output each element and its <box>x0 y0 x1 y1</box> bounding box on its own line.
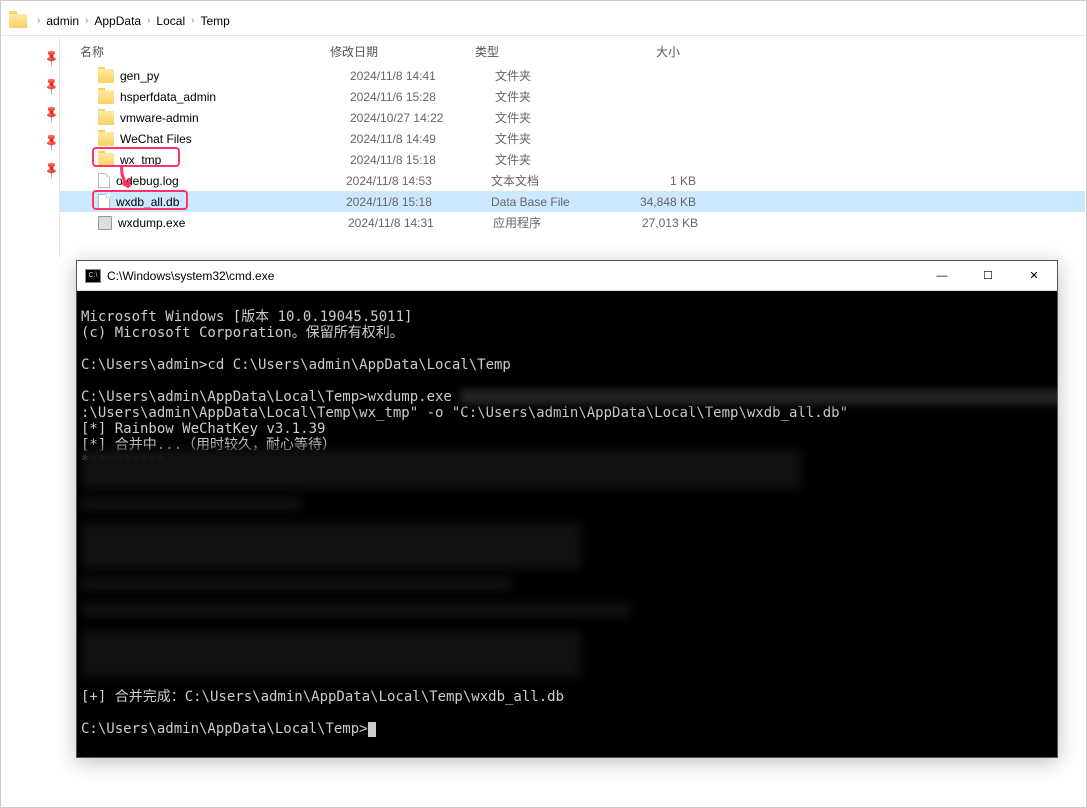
cmd-titlebar[interactable]: C:\ C:\Windows\system32\cmd.exe — ☐ ✕ <box>77 261 1057 291</box>
chevron-right-icon: › <box>147 15 150 26</box>
crumb-temp[interactable]: Temp <box>200 14 229 28</box>
terminal-prompt: C:\Users\admin\AppData\Local\Temp> <box>81 721 368 737</box>
minimize-button[interactable]: — <box>919 261 965 291</box>
table-row[interactable]: o debug.log 2024/11/8 14:53 文本文档 1 KB <box>60 170 1085 191</box>
crumb-appdata[interactable]: AppData <box>94 14 141 28</box>
pin-icon: 📌 <box>41 76 62 97</box>
terminal-output[interactable]: Microsoft Windows [版本 10.0.19045.5011] (… <box>77 291 1057 757</box>
terminal-line: Microsoft Windows [版本 10.0.19045.5011] <box>81 309 412 325</box>
cmd-window: C:\ C:\Windows\system32\cmd.exe — ☐ ✕ Mi… <box>76 260 1058 758</box>
col-type[interactable]: 类型 <box>475 43 590 60</box>
file-type: 文件夹 <box>495 130 610 147</box>
chevron-right-icon: › <box>191 15 194 26</box>
cursor <box>368 722 376 737</box>
redacted-text: XXXXXXXXXXXXXXXXXXXXXXXXXXXXXXXXXXXXXXXX… <box>460 389 1057 405</box>
pin-icon: 📌 <box>41 160 62 181</box>
file-date: 2024/11/8 15:18 <box>350 153 495 167</box>
file-type: 文本文档 <box>491 172 606 189</box>
table-row[interactable]: gen_py 2024/11/8 14:41 文件夹 <box>60 65 1085 86</box>
table-row[interactable]: wxdump.exe 2024/11/8 14:31 应用程序 27,013 K… <box>60 212 1085 233</box>
file-size: 27,013 KB <box>608 216 698 230</box>
pin-icon: 📌 <box>41 132 62 153</box>
crumb-admin[interactable]: admin <box>46 14 79 28</box>
redacted-block <box>81 523 581 569</box>
pin-icon: 📌 <box>41 104 62 125</box>
file-name: wxdb_all.db <box>116 195 346 209</box>
terminal-line: C:\Users\admin>cd C:\Users\admin\AppData… <box>81 357 511 373</box>
col-name[interactable]: 名称 <box>80 43 330 60</box>
sidebar: 📌 📌 📌 📌 📌 <box>2 37 60 257</box>
file-date: 2024/11/8 14:53 <box>346 174 491 188</box>
folder-icon <box>98 69 114 83</box>
table-row[interactable]: vmware-admin 2024/10/27 14:22 文件夹 <box>60 107 1085 128</box>
terminal-line: :\Users\admin\AppData\Local\Temp\wx_tmp"… <box>81 405 848 421</box>
file-type: 文件夹 <box>495 109 610 126</box>
file-name: o debug.log <box>116 174 346 188</box>
window-title: C:\Windows\system32\cmd.exe <box>107 269 919 283</box>
folder-icon <box>98 153 114 167</box>
file-type: 文件夹 <box>495 67 610 84</box>
terminal-line: [*] Rainbow WeChatKey v3.1.39 <box>81 421 325 437</box>
close-button[interactable]: ✕ <box>1011 261 1057 291</box>
redacted-block <box>81 449 801 489</box>
file-name: vmware-admin <box>120 111 350 125</box>
terminal-line: (c) Microsoft Corporation。保留所有权利。 <box>81 325 404 341</box>
maximize-button[interactable]: ☐ <box>965 261 1011 291</box>
file-size: 1 KB <box>606 174 696 188</box>
file-date: 2024/11/8 14:41 <box>350 69 495 83</box>
file-type: 应用程序 <box>493 214 608 231</box>
file-date: 2024/11/8 14:31 <box>348 216 493 230</box>
chevron-right-icon: › <box>37 15 40 26</box>
cmd-icon: C:\ <box>85 269 101 283</box>
file-name: wxdump.exe <box>118 216 348 230</box>
file-type: Data Base File <box>491 195 606 209</box>
file-name: hsperfdata_admin <box>120 90 350 104</box>
table-row[interactable]: hsperfdata_admin 2024/11/6 15:28 文件夹 <box>60 86 1085 107</box>
file-type: 文件夹 <box>495 88 610 105</box>
folder-icon <box>98 132 114 146</box>
file-icon <box>98 173 110 188</box>
table-row[interactable]: WeChat Files 2024/11/8 14:49 文件夹 <box>60 128 1085 149</box>
table-row[interactable]: wxdb_all.db 2024/11/8 15:18 Data Base Fi… <box>60 191 1085 212</box>
terminal-line: C:\Users\admin\AppData\Local\Temp>wxdump… <box>81 389 460 405</box>
pin-icon: 📌 <box>41 48 62 69</box>
folder-icon <box>98 111 114 125</box>
col-date[interactable]: 修改日期 <box>330 43 475 60</box>
folder-icon <box>9 14 27 28</box>
redacted-block <box>81 631 581 677</box>
folder-icon <box>98 90 114 104</box>
file-name: wx_tmp <box>120 153 350 167</box>
breadcrumb[interactable]: › admin › AppData › Local › Temp <box>1 6 1086 36</box>
file-icon <box>98 194 110 209</box>
crumb-local[interactable]: Local <box>156 14 185 28</box>
file-date: 2024/11/8 15:18 <box>346 195 491 209</box>
col-size[interactable]: 大小 <box>590 43 680 60</box>
terminal-line: [+] 合并完成：C:\Users\admin\AppData\Local\Te… <box>81 689 564 705</box>
column-headers[interactable]: 名称 修改日期 类型 大小 <box>60 37 1085 65</box>
file-date: 2024/11/8 14:49 <box>350 132 495 146</box>
redacted-block <box>81 603 631 617</box>
redacted-block <box>81 577 511 591</box>
file-name: gen_py <box>120 69 350 83</box>
chevron-right-icon: › <box>85 15 88 26</box>
file-size: 34,848 KB <box>606 195 696 209</box>
file-date: 2024/11/6 15:28 <box>350 90 495 104</box>
file-name: WeChat Files <box>120 132 350 146</box>
app-icon <box>98 216 112 230</box>
file-date: 2024/10/27 14:22 <box>350 111 495 125</box>
file-type: 文件夹 <box>495 151 610 168</box>
table-row[interactable]: wx_tmp 2024/11/8 15:18 文件夹 <box>60 149 1085 170</box>
redacted-block <box>81 497 301 511</box>
